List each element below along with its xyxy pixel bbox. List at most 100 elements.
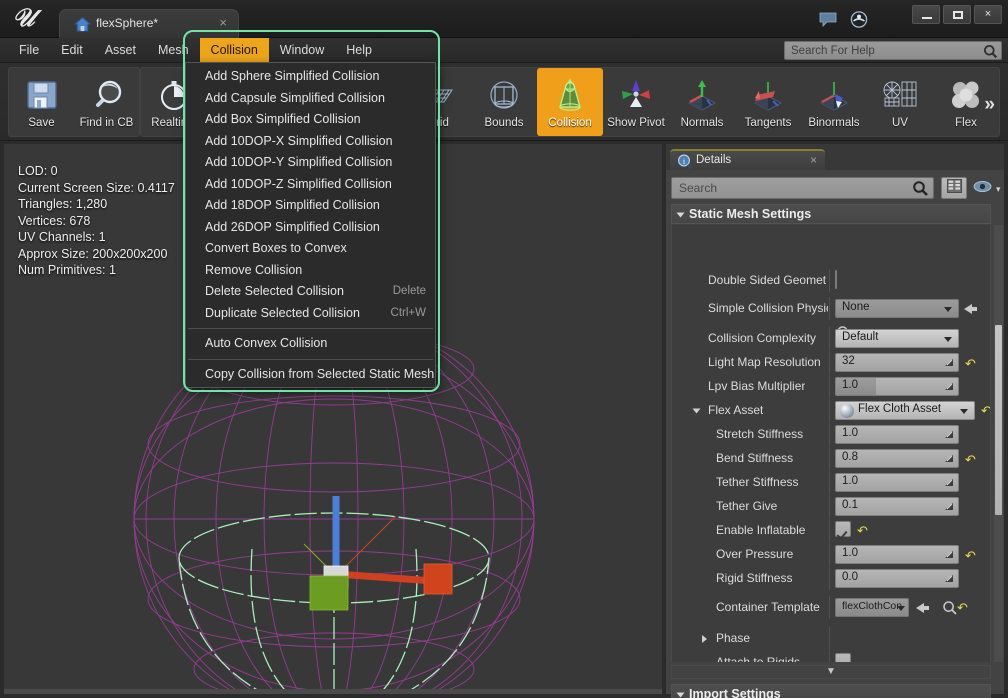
menu-mesh[interactable]: Mesh: [147, 38, 200, 63]
close-button[interactable]: ×: [974, 5, 1002, 24]
find-in-cb-button[interactable]: Find in CB: [74, 68, 139, 136]
menu-help[interactable]: Help: [335, 38, 383, 63]
pivot-icon: [617, 74, 655, 116]
help-search-input[interactable]: Search For Help: [784, 41, 1002, 60]
number-input-stretch-stiffness[interactable]: 1.0: [835, 425, 959, 444]
number-value: 1.0: [842, 427, 858, 439]
revert-icon[interactable]: ↶: [857, 524, 868, 537]
close-icon[interactable]: ×: [810, 153, 817, 167]
search-input[interactable]: Search: [671, 177, 934, 199]
spinner-icon[interactable]: [944, 357, 954, 369]
property-row-light-map-resolution: Light Map Resolution 32 ↶: [672, 351, 990, 374]
spinner-icon[interactable]: [944, 573, 954, 585]
collision-toolbar-button[interactable]: Collision: [537, 68, 603, 136]
spinner-icon[interactable]: [944, 501, 954, 513]
minimize-button[interactable]: [912, 5, 940, 24]
spinner-icon[interactable]: [944, 381, 954, 393]
menu-asset[interactable]: Asset: [94, 38, 147, 63]
feedback-person-icon[interactable]: [850, 11, 868, 33]
uv-label: UV: [892, 117, 908, 129]
checkbox-enable-inflatable[interactable]: [835, 521, 851, 537]
spinner-icon[interactable]: [944, 549, 954, 561]
number-input-tether-give[interactable]: 0.1: [835, 497, 959, 516]
binormals-button[interactable]: Binormals: [801, 68, 867, 136]
spinner-icon[interactable]: [944, 453, 954, 465]
asset-tab-flexsphere[interactable]: flexSphere* ×: [59, 9, 239, 38]
close-icon[interactable]: ×: [219, 15, 227, 31]
uv-button[interactable]: UV: [867, 68, 933, 136]
number-input-bend-stiffness[interactable]: 0.8: [835, 449, 959, 468]
menu-item-delete-selected-collision[interactable]: Delete Selected Collision Delete: [186, 281, 435, 303]
details-scrollbar-thumb[interactable]: [995, 325, 1002, 515]
object-value: flexClothCon: [842, 600, 903, 612]
property-label: Enable Inflatable: [716, 523, 806, 537]
menu-item-convert-boxes-to-convex[interactable]: Convert Boxes to Convex: [186, 238, 435, 260]
details-tab[interactable]: i Details ×: [670, 149, 825, 170]
revert-icon[interactable]: ↶: [981, 404, 990, 417]
menu-file[interactable]: File: [8, 38, 50, 63]
normals-button[interactable]: Normals: [669, 68, 735, 136]
expander-flex-asset[interactable]: [692, 408, 701, 414]
object-picker-container-template[interactable]: flexClothCon: [835, 598, 909, 617]
search-icon[interactable]: [983, 44, 998, 64]
number-input-tether-stiffness[interactable]: 1.0: [835, 473, 959, 492]
search-icon[interactable]: [912, 180, 929, 202]
number-input-light-map-resolution[interactable]: 32: [835, 353, 959, 372]
menu-item-add-26dop-simplified-collision[interactable]: Add 26DOP Simplified Collision: [186, 217, 435, 239]
revert-icon[interactable]: ↶: [965, 549, 976, 562]
checkbox-double-sided-geometry[interactable]: [835, 270, 837, 289]
menu-item-copy-collision-from-selected-static-mesh[interactable]: Copy Collision from Selected Static Mesh: [186, 364, 435, 386]
title-bar: 𝒰 flexSphere* × ×: [0, 0, 1008, 38]
toolbar-overflow-button[interactable]: »: [984, 94, 995, 116]
menu-item-add-capsule-simplified-collision[interactable]: Add Capsule Simplified Collision: [186, 88, 435, 110]
object-picker-simple-collision-physical-material[interactable]: None: [835, 299, 959, 318]
checkbox-attach-to-rigids[interactable]: [835, 653, 851, 662]
details-panel: i Details × Search ▾ Static Mesh Setting…: [666, 144, 1004, 698]
number-input-rigid-stiffness[interactable]: 0.0: [835, 569, 959, 588]
use-selected-asset-button[interactable]: [963, 299, 983, 318]
spinner-icon[interactable]: [944, 429, 954, 441]
bounds-button[interactable]: Bounds: [471, 68, 537, 136]
menu-separator: [188, 358, 433, 360]
menu-item-add-10dop-x-simplified-collision[interactable]: Add 10DOP-X Simplified Collision: [186, 131, 435, 153]
category-header-import-settings[interactable]: Import Settings: [671, 684, 991, 698]
menu-item-add-10dop-z-simplified-collision[interactable]: Add 10DOP-Z Simplified Collision: [186, 174, 435, 196]
number-input-over-pressure[interactable]: 1.0: [835, 545, 959, 564]
spinner-icon[interactable]: [944, 477, 954, 489]
category-label: Import Settings: [689, 687, 781, 698]
maximize-button[interactable]: [943, 5, 971, 24]
asset-picker-flex-asset[interactable]: Flex Cloth Asset: [835, 401, 975, 420]
menu-item-add-box-simplified-collision[interactable]: Add Box Simplified Collision: [186, 109, 435, 131]
menu-item-shortcut: Ctrl+W: [390, 306, 426, 319]
show-pivot-button[interactable]: Show Pivot: [603, 68, 669, 136]
menu-item-remove-collision[interactable]: Remove Collision: [186, 260, 435, 282]
menu-edit[interactable]: Edit: [50, 38, 94, 63]
menu-item-duplicate-selected-collision[interactable]: Duplicate Selected Collision Ctrl+W: [186, 303, 435, 325]
chat-bubble-icon[interactable]: [819, 12, 837, 33]
expander-phase[interactable]: [702, 635, 707, 643]
tangents-button[interactable]: Tangents: [735, 68, 801, 136]
revert-icon[interactable]: ↶: [965, 453, 976, 466]
column-layout-button[interactable]: [941, 177, 967, 199]
property-label: Rigid Stiffness: [716, 571, 793, 585]
category-header-static-mesh-settings[interactable]: Static Mesh Settings: [671, 204, 991, 224]
menu-collision[interactable]: Collision: [199, 38, 269, 63]
menu-item-auto-convex-collision[interactable]: Auto Convex Collision: [186, 333, 435, 355]
revert-icon[interactable]: ↶: [957, 601, 968, 614]
eye-icon[interactable]: [973, 179, 992, 199]
menu-item-add-sphere-simplified-collision[interactable]: Add Sphere Simplified Collision: [186, 66, 435, 88]
normals-label: Normals: [680, 117, 724, 129]
column-layout-icon: [946, 178, 962, 198]
show-more-properties-button[interactable]: ▼: [671, 665, 991, 679]
number-value: 0.1: [842, 499, 858, 511]
number-value: 0.8: [842, 451, 858, 463]
menu-item-add-18dop-simplified-collision[interactable]: Add 18DOP Simplified Collision: [186, 195, 435, 217]
slider-input-lpv-bias-multiplier[interactable]: 1.0: [835, 377, 959, 396]
revert-icon[interactable]: ↶: [965, 357, 976, 370]
save-button[interactable]: Save: [9, 68, 74, 136]
chevron-down-icon[interactable]: ▾: [996, 184, 1001, 195]
menu-window[interactable]: Window: [269, 38, 335, 63]
use-selected-asset-button[interactable]: [913, 598, 935, 617]
combo-collision-complexity[interactable]: Default: [835, 329, 959, 348]
menu-item-add-10dop-y-simplified-collision[interactable]: Add 10DOP-Y Simplified Collision: [186, 152, 435, 174]
